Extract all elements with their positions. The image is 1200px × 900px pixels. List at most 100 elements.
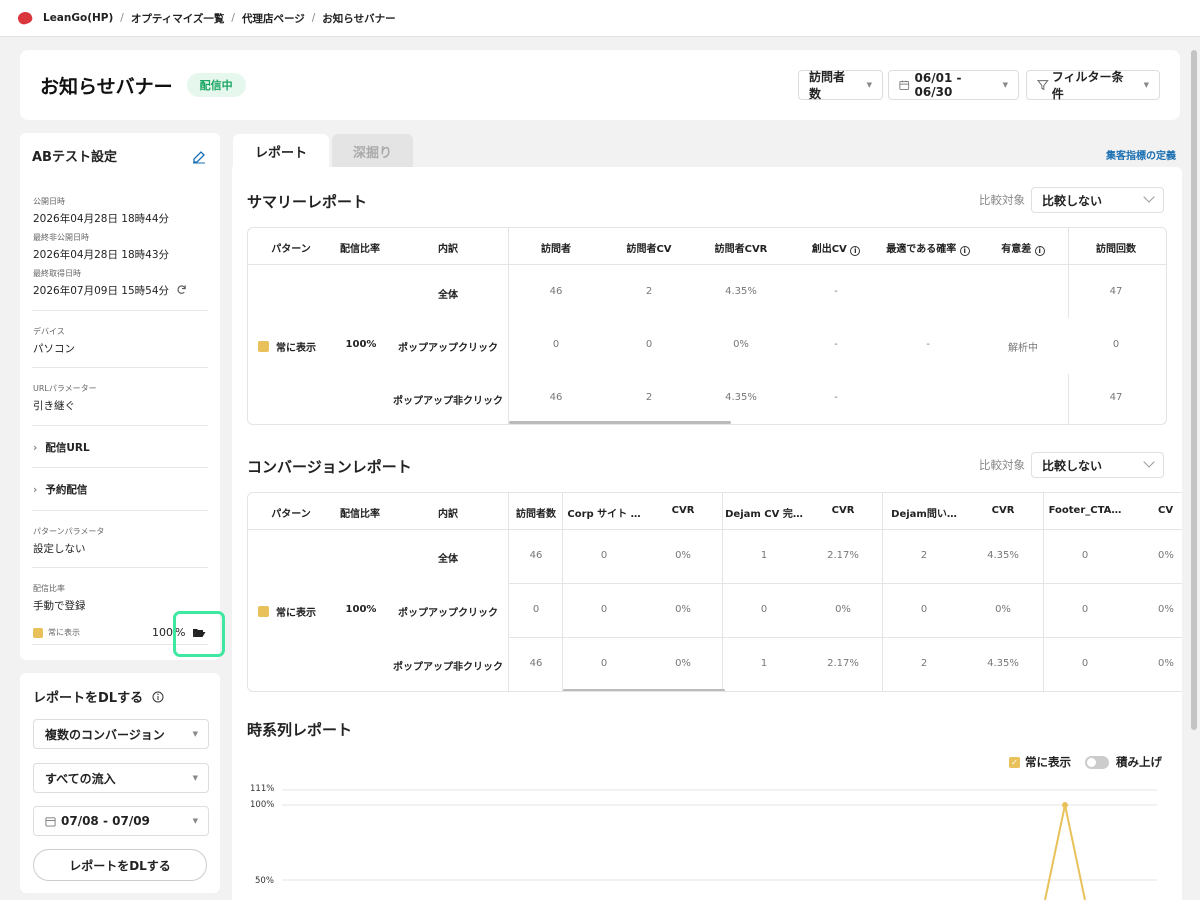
pattern-swatch [33, 627, 43, 638]
metric-select-label: 訪問者数 [809, 70, 846, 101]
conversion-compare: 比較対象 比較しない [979, 452, 1164, 478]
info-icon[interactable] [152, 691, 164, 703]
breadcrumb-item-site[interactable]: LeanGo(HP) [43, 12, 113, 24]
ab-test-settings-panel: ABテスト設定 公開日時 2026年04月28日 18時44分 最終非公開日時 … [20, 133, 220, 660]
conversion-table-scrollbar[interactable] [563, 689, 725, 691]
info-icon[interactable]: i [959, 246, 970, 256]
conversion-cell: 2.17% [827, 550, 859, 561]
summary-significance: 解析中 [1008, 343, 1038, 354]
summary-cell: - [834, 339, 838, 350]
chevron-down-icon [1143, 191, 1155, 203]
page-header: お知らせバナー 配信中 訪問者数 ▼ 06/01 - 06/30 ▼ フィルター条件… [20, 50, 1180, 120]
conversion-table: パターン 配信比率 内訳 訪問者数 Corp サイト … CVR Dejam C… [247, 492, 1182, 692]
col-header-significance: 有意差 i [988, 240, 1058, 256]
summary-breakdown-nonclick: ポップアップ非クリック [393, 396, 503, 407]
flow-select[interactable]: すべての流入 ▼ [33, 763, 209, 793]
summary-pattern-name: 常に表示 [276, 343, 316, 354]
conversion-compare-select[interactable]: 比較しない [1031, 452, 1164, 478]
tab-deep-dive[interactable]: 深掘り [332, 134, 413, 168]
summary-compare-value: 比較しない [1042, 193, 1103, 208]
logo-icon [16, 9, 34, 27]
fetched-value: 2026年07月09日 15時54分 [33, 283, 187, 298]
summary-cell: 0 [1112, 339, 1120, 350]
conversion-pattern-name: 常に表示 [276, 608, 316, 619]
col-header-visits: 訪問回数 [1096, 244, 1136, 255]
info-icon[interactable]: i [1034, 246, 1045, 256]
conversion-breakdown-nonclick: ポップアップ非クリック [393, 662, 503, 673]
conversion-select-label: 複数のコンバージョン [45, 727, 165, 742]
metric-definition-link[interactable]: 集客指標の定義 [1106, 147, 1176, 162]
ab-settings-title: ABテスト設定 [32, 150, 117, 165]
summary-cell: 2 [645, 392, 653, 403]
conversion-cell: 0% [675, 604, 691, 615]
summary-ratio: 100% [345, 339, 377, 350]
timeseries-title: 時系列レポート [247, 721, 353, 739]
col-header-visitors: 訪問者数 [516, 509, 556, 520]
conversion-cell: 0% [835, 604, 851, 615]
filter-button[interactable]: フィルター条件 ▼ [1026, 70, 1160, 101]
pattern-name: 常に表示 [48, 628, 80, 637]
conversion-pattern-cell: 常に表示 [258, 604, 316, 619]
top-bar: LeanGo(HP) / オプティマイズ一覧 / 代理店ページ / お知らせバナ… [0, 0, 1200, 37]
summary-cell: 0% [733, 339, 749, 350]
col-header-breakdown: 内訳 [438, 509, 458, 520]
download-date-select[interactable]: 07/08 - 07/09 ▼ [33, 806, 209, 836]
breadcrumb-item-optimize-list[interactable]: オプティマイズ一覧 [131, 11, 225, 26]
conversion-cell: 0 [1081, 658, 1089, 669]
col-header-cvr: CVR [991, 505, 1015, 516]
metric-select[interactable]: 訪問者数 ▼ [798, 70, 883, 101]
unpublished-label: 最終非公開日時 [33, 233, 89, 242]
url-param-value: 引き継ぐ [33, 400, 75, 412]
filter-icon [1037, 80, 1049, 91]
delivery-url-label: 配信URL [45, 442, 90, 454]
conversion-cell: 0% [1158, 550, 1174, 561]
pattern-param-value: 設定しない [33, 543, 86, 555]
col-header-cv-corp: Corp サイト … [567, 509, 641, 520]
delivery-url-toggle[interactable]: › 配信URL [33, 440, 90, 455]
scheduled-delivery-toggle[interactable]: › 予約配信 [33, 482, 87, 497]
chevron-down-icon: ▼ [192, 730, 198, 738]
refresh-icon[interactable] [176, 284, 187, 295]
data-point [1062, 802, 1068, 808]
summary-cell: 4.35% [725, 392, 757, 403]
tab-report[interactable]: レポート [233, 134, 329, 168]
page-scrollbar[interactable] [1191, 50, 1197, 730]
conversion-cell: 46 [529, 658, 543, 669]
conversion-cell: 0 [920, 604, 928, 615]
download-title: レポートをDLする [33, 691, 144, 706]
breadcrumb-item-page[interactable]: 代理店ページ [242, 11, 305, 26]
date-range-select[interactable]: 06/01 - 06/30 ▼ [888, 70, 1019, 100]
summary-cell: 0 [552, 339, 560, 350]
col-header-cvr: CVR [831, 505, 855, 516]
ratio-value: 手動で登録 [33, 600, 86, 612]
col-header-breakdown: 内訳 [438, 244, 458, 255]
summary-compare-select[interactable]: 比較しない [1031, 187, 1164, 213]
chevron-down-icon: ▼ [866, 81, 872, 89]
filter-label: フィルター条件 [1051, 70, 1124, 101]
info-icon[interactable]: i [850, 246, 861, 256]
device-label: デバイス [33, 327, 65, 336]
download-report-button[interactable]: レポートをDLする [33, 849, 207, 881]
published-value: 2026年04月28日 18時44分 [33, 213, 170, 225]
scheduled-delivery-label: 予約配信 [45, 484, 88, 496]
edit-icon[interactable] [192, 150, 206, 164]
summary-cell: - [834, 392, 838, 403]
calendar-icon [45, 816, 56, 827]
checkbox-checked-icon[interactable]: ✓ [1009, 756, 1020, 768]
fetched-value-text: 2026年07月09日 15時54分 [33, 285, 170, 297]
conversion-cell: 0% [1158, 658, 1174, 669]
summary-table-scrollbar[interactable] [509, 421, 731, 424]
chevron-right-icon: › [33, 484, 38, 496]
conversion-select[interactable]: 複数のコンバージョン ▼ [33, 719, 209, 749]
breadcrumb-item-current: お知らせバナー [322, 12, 396, 25]
highlight-frame [173, 611, 225, 657]
summary-cell: 47 [1109, 286, 1123, 297]
col-header-ratio: 配信比率 [340, 509, 380, 520]
summary-breakdown-click: ポップアップクリック [398, 343, 498, 354]
summary-cell: 4.35% [725, 286, 757, 297]
conversion-cell: 0 [1081, 604, 1089, 615]
conversion-cell: 1 [760, 550, 768, 561]
summary-cell: 0 [645, 339, 653, 350]
conversion-cell: 0 [600, 604, 608, 615]
chevron-down-icon: ▼ [192, 817, 198, 825]
